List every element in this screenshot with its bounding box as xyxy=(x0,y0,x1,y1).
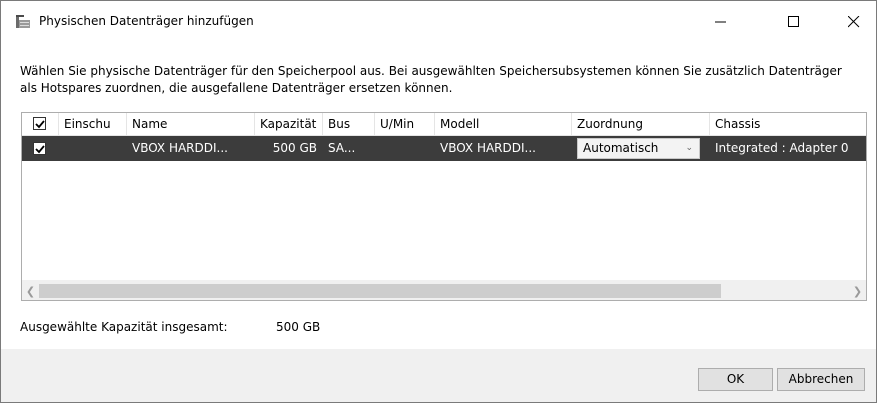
title-bar[interactable]: Physischen Datenträger hinzufügen xyxy=(1,1,876,43)
minimize-button[interactable] xyxy=(698,1,744,43)
table-header: Einschu Name Kapazität Bus U/Min Modell … xyxy=(22,113,866,136)
total-capacity-label: Ausgewählte Kapazität insgesamt: xyxy=(20,320,228,334)
select-all-checkbox[interactable] xyxy=(33,117,46,130)
cell-name: VBOX HARDDI... xyxy=(132,141,228,155)
cell-einschub xyxy=(59,136,127,161)
cell-chassis: Integrated : Adapter 0 xyxy=(715,141,849,155)
select-all-header[interactable] xyxy=(22,113,59,136)
column-header-zuordnung[interactable]: Zuordnung xyxy=(572,113,710,136)
cell-bus: SA... xyxy=(328,141,356,155)
cell-kapazitaet: 500 GB xyxy=(272,141,317,155)
close-icon xyxy=(848,16,860,28)
total-capacity-value: 500 GB xyxy=(276,320,321,334)
window-title: Physischen Datenträger hinzufügen xyxy=(39,14,254,28)
close-button[interactable] xyxy=(831,1,877,43)
cell-modell: VBOX HARDDI... xyxy=(440,141,536,155)
dialog-content: Wählen Sie physische Datenträger für den… xyxy=(1,43,876,349)
column-header-einschub[interactable]: Einschu xyxy=(59,113,127,136)
scrollbar-thumb[interactable] xyxy=(39,284,721,298)
row-checkbox[interactable] xyxy=(33,142,46,155)
maximize-icon xyxy=(788,16,799,27)
minimize-icon xyxy=(715,21,726,23)
column-header-chassis[interactable]: Chassis xyxy=(710,113,866,136)
column-header-bus[interactable]: Bus xyxy=(323,113,375,136)
cancel-button[interactable]: Abbrechen xyxy=(777,368,865,391)
scroll-left-icon[interactable]: ❮ xyxy=(22,281,39,300)
storage-pool-icon xyxy=(15,14,31,30)
scroll-right-icon[interactable]: ❯ xyxy=(849,281,866,300)
zuordnung-dropdown[interactable]: Automatisch ⌄ xyxy=(577,138,700,159)
column-header-kapazitaet[interactable]: Kapazität xyxy=(255,113,323,136)
column-header-modell[interactable]: Modell xyxy=(435,113,572,136)
column-header-name[interactable]: Name xyxy=(127,113,255,136)
chevron-down-icon: ⌄ xyxy=(685,143,693,153)
instructions-text: Wählen Sie physische Datenträger für den… xyxy=(20,64,842,95)
column-header-umin[interactable]: U/Min xyxy=(375,113,435,136)
zuordnung-selected-value: Automatisch xyxy=(583,141,659,155)
horizontal-scrollbar[interactable]: ❮ ❯ xyxy=(22,280,866,300)
ok-button[interactable]: OK xyxy=(698,368,773,391)
dialog-window: Physischen Datenträger hinzufügen Wählen… xyxy=(0,0,877,403)
disk-table[interactable]: Einschu Name Kapazität Bus U/Min Modell … xyxy=(21,112,867,301)
maximize-button[interactable] xyxy=(771,1,817,43)
cell-umin xyxy=(375,136,435,161)
table-row[interactable]: VBOX HARDDI... 500 GB SA... VBOX HARDDI.… xyxy=(22,136,866,161)
